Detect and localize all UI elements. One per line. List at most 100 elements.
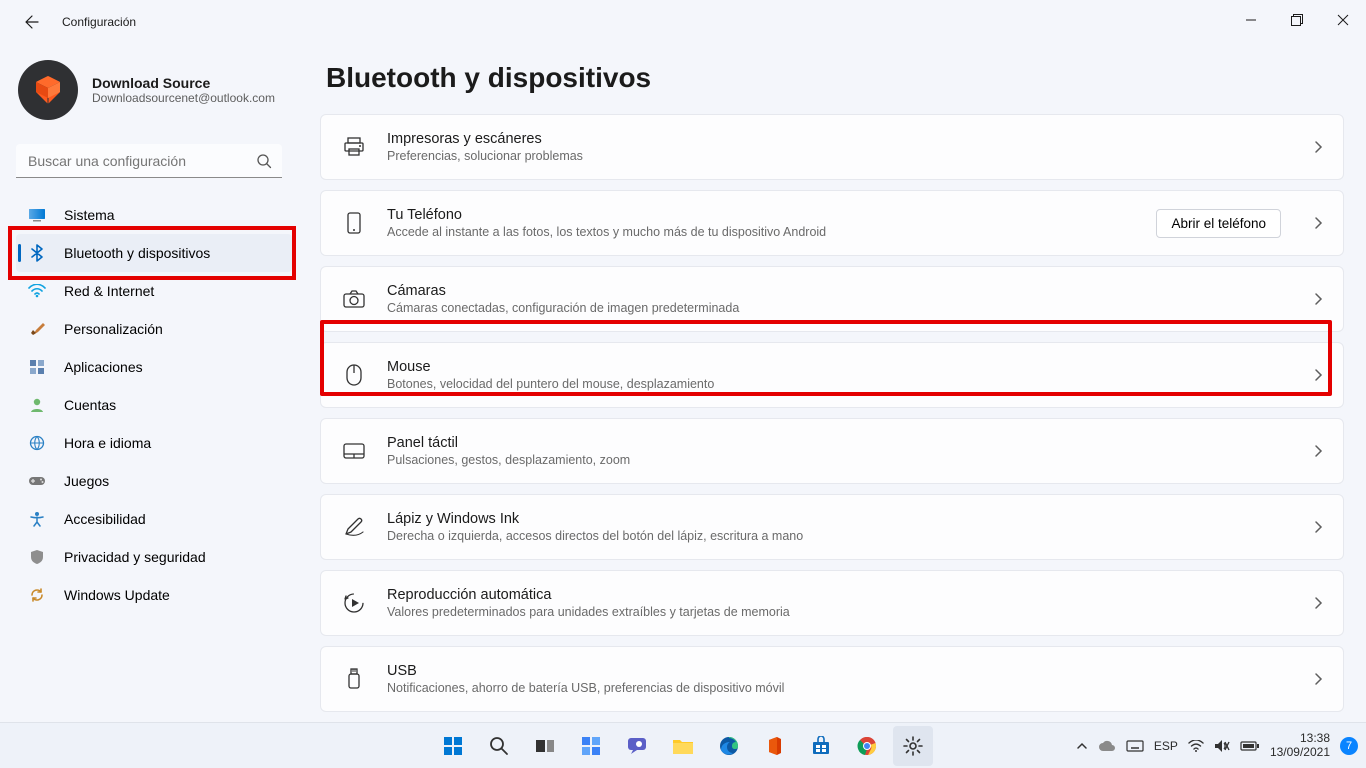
sidebar-item-juegos[interactable]: Juegos [16,462,292,500]
taskbar-settings-button[interactable] [893,726,933,766]
card-subtitle: Notificaciones, ahorro de batería USB, p… [387,681,784,695]
monitor-icon [28,206,46,224]
sidebar-item-label: Red & Internet [64,283,154,299]
tray-language[interactable]: ESP [1154,739,1178,753]
taskbar-widgets-button[interactable] [571,726,611,766]
search-icon [256,153,272,169]
store-icon [811,736,831,756]
taskbar: ESP 13:38 13/09/2021 7 [0,722,1366,768]
chevron-right-icon [1313,140,1323,154]
sidebar-item-update[interactable]: Windows Update [16,576,292,614]
sidebar-item-personalizacion[interactable]: Personalización [16,310,292,348]
search-input[interactable] [16,144,282,178]
sidebar-item-sistema[interactable]: Sistema [16,196,292,234]
maximize-icon [1291,14,1303,26]
chevron-right-icon [1313,216,1323,230]
taskbar-store-button[interactable] [801,726,841,766]
card-title: USB [387,663,784,679]
sidebar-item-cuentas[interactable]: Cuentas [16,386,292,424]
card-lapiz[interactable]: Lápiz y Windows Ink Derecha o izquierda,… [320,494,1344,560]
avatar [18,60,78,120]
sidebar-item-label: Hora e idioma [64,435,151,451]
card-subtitle: Derecha o izquierda, accesos directos de… [387,529,803,543]
windows-icon [443,736,463,756]
chevron-right-icon [1313,444,1323,458]
chevron-right-icon [1313,520,1323,534]
taskbar-start-button[interactable] [433,726,473,766]
sidebar-item-aplicaciones[interactable]: Aplicaciones [16,348,292,386]
profile-email: Downloadsourcenet@outlook.com [92,91,275,105]
card-subtitle: Accede al instante a las fotos, los text… [387,225,826,239]
chat-icon [627,737,647,755]
sidebar-item-label: Windows Update [64,587,170,603]
chevron-right-icon [1313,292,1323,306]
card-telefono[interactable]: Tu Teléfono Accede al instante a las fot… [320,190,1344,256]
card-autoplay[interactable]: Reproducción automática Valores predeter… [320,570,1344,636]
card-title: Panel táctil [387,435,630,451]
tray-volume-icon[interactable] [1214,739,1230,753]
bluetooth-icon [28,244,46,262]
taskbar-search-button[interactable] [479,726,519,766]
tray-date: 13/09/2021 [1270,746,1330,760]
shield-icon [28,548,46,566]
card-subtitle: Valores predeterminados para unidades ex… [387,605,790,619]
sidebar-item-red[interactable]: Red & Internet [16,272,292,310]
profile[interactable]: Download Source Downloadsourcenet@outloo… [16,54,300,130]
gear-icon [903,736,923,756]
office-icon [766,736,784,756]
pen-icon [343,516,365,538]
sidebar-item-bluetooth[interactable]: Bluetooth y dispositivos [16,234,292,272]
sidebar-item-hora[interactable]: Hora e idioma [16,424,292,462]
sidebar-item-label: Bluetooth y dispositivos [64,245,210,261]
card-title: Impresoras y escáneres [387,131,583,147]
camera-icon [343,290,365,308]
sidebar-item-privacidad[interactable]: Privacidad y seguridad [16,538,292,576]
tray-clock[interactable]: 13:38 13/09/2021 [1270,732,1330,760]
card-title: Reproducción automática [387,587,790,603]
tray-time: 13:38 [1270,732,1330,746]
sidebar-item-label: Personalización [64,321,163,337]
printer-icon [343,137,365,157]
sidebar-item-label: Aplicaciones [64,359,143,375]
minimize-button[interactable] [1228,0,1274,40]
tray-notification-badge[interactable]: 7 [1340,737,1358,755]
taskbar-chat-button[interactable] [617,726,657,766]
minimize-icon [1245,14,1257,26]
card-impresoras[interactable]: Impresoras y escáneres Preferencias, sol… [320,114,1344,180]
card-subtitle: Preferencias, solucionar problemas [387,149,583,163]
card-camaras[interactable]: Cámaras Cámaras conectadas, configuració… [320,266,1344,332]
profile-name: Download Source [92,75,275,91]
tray-battery-icon[interactable] [1240,740,1260,752]
card-panel-tactil[interactable]: Panel táctil Pulsaciones, gestos, despla… [320,418,1344,484]
taskbar-chrome-button[interactable] [847,726,887,766]
tray-chevron-up-icon[interactable] [1076,741,1088,751]
widgets-icon [581,736,601,756]
maximize-button[interactable] [1274,0,1320,40]
card-usb[interactable]: USB Notificaciones, ahorro de batería US… [320,646,1344,712]
card-title: Mouse [387,359,714,375]
tray-onedrive-icon[interactable] [1098,740,1116,752]
globe-icon [28,434,46,452]
card-mouse[interactable]: Mouse Botones, velocidad del puntero del… [320,342,1344,408]
sidebar-item-label: Accesibilidad [64,511,146,527]
taskbar-taskview-button[interactable] [525,726,565,766]
taskbar-explorer-button[interactable] [663,726,703,766]
tray-keyboard-icon[interactable] [1126,740,1144,752]
search-container [16,144,282,178]
taskbar-office-button[interactable] [755,726,795,766]
card-subtitle: Botones, velocidad del puntero del mouse… [387,377,714,391]
update-icon [28,586,46,604]
sidebar-item-accesibilidad[interactable]: Accesibilidad [16,500,292,538]
wifi-icon [28,282,46,300]
touchpad-icon [343,443,365,459]
taskbar-edge-button[interactable] [709,726,749,766]
back-button[interactable] [16,6,48,38]
grid-icon [28,358,46,376]
tray-wifi-icon[interactable] [1188,740,1204,752]
sidebar-item-label: Sistema [64,207,115,223]
close-button[interactable] [1320,0,1366,40]
chevron-right-icon [1313,672,1323,686]
sidebar-nav: Sistema Bluetooth y dispositivos Red & I… [16,196,292,614]
open-phone-button[interactable]: Abrir el teléfono [1156,209,1281,238]
usb-icon [343,668,365,690]
